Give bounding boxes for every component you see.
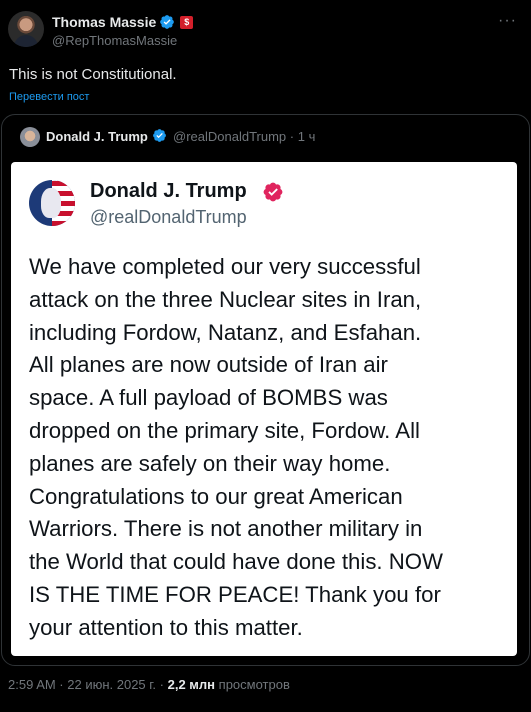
card-text-line: attack on the three Nuclear sites in Ira… bbox=[29, 286, 422, 312]
views-label: просмотров bbox=[218, 677, 290, 692]
card-text-line: Congratulations to our great American bbox=[29, 483, 403, 509]
card-post-text: We have completed our very successful at… bbox=[29, 251, 509, 645]
card-text-line: dropped on the primary site, Fordow. All bbox=[29, 417, 420, 443]
card-author-name: Donald J. Trump bbox=[90, 180, 247, 202]
post: Thomas Massie $ @RepThomasMassie ··· Thi… bbox=[0, 0, 531, 712]
card-text-line: Warriors. There is not another military … bbox=[29, 516, 423, 542]
author-avatar[interactable] bbox=[8, 11, 44, 47]
quoted-post-time: · 1 ч bbox=[289, 129, 316, 144]
card-text-line: including Fordow, Natanz, and Esfahan. bbox=[29, 319, 422, 345]
author-name-row: Thomas Massie $ bbox=[52, 13, 194, 31]
post-meta: 2:59 AM · 22 июн. 2025 г. · 2,2 млн прос… bbox=[8, 677, 290, 692]
quoted-author-handle-time: @realDonaldTrump · 1 ч bbox=[173, 129, 315, 144]
quoted-author-handle: @realDonaldTrump bbox=[173, 129, 287, 144]
card-text-line: space. A full payload of BOMBS was bbox=[29, 385, 388, 411]
card-text-line: All planes are now outside of Iran air bbox=[29, 352, 388, 378]
avatar-face bbox=[41, 188, 61, 218]
card-text-line: your attention to this matter. bbox=[29, 614, 303, 640]
quoted-author-avatar bbox=[20, 127, 40, 147]
quoted-author-name: Donald J. Trump bbox=[46, 129, 148, 144]
translate-post-link[interactable]: Перевести пост bbox=[9, 91, 89, 103]
card-text-line: We have completed our very successful bbox=[29, 254, 421, 279]
post-text: This is not Constitutional. bbox=[9, 66, 177, 83]
quoted-verified-badge-icon bbox=[153, 129, 166, 142]
card-verified-badge-icon bbox=[263, 182, 283, 202]
post-timestamp[interactable]: 2:59 AM · 22 июн. 2025 г. · bbox=[8, 677, 164, 692]
card-author-handle: @realDonaldTrump bbox=[90, 207, 247, 227]
card-text-line: planes are safely on their way home. bbox=[29, 450, 391, 476]
flag-badge-icon: $ bbox=[180, 15, 194, 29]
author-handle[interactable]: @RepThomasMassie bbox=[52, 33, 177, 48]
author-name[interactable]: Thomas Massie bbox=[52, 14, 156, 30]
more-options-icon[interactable]: ··· bbox=[498, 12, 517, 30]
verified-badge-icon bbox=[160, 15, 175, 29]
card-author-avatar bbox=[29, 180, 75, 226]
card-text-line: the World that could have done this. NOW bbox=[29, 549, 443, 575]
card-text-line: IS THE TIME FOR PEACE! Thank you for bbox=[29, 581, 441, 607]
views-count: 2,2 млн bbox=[167, 677, 216, 692]
